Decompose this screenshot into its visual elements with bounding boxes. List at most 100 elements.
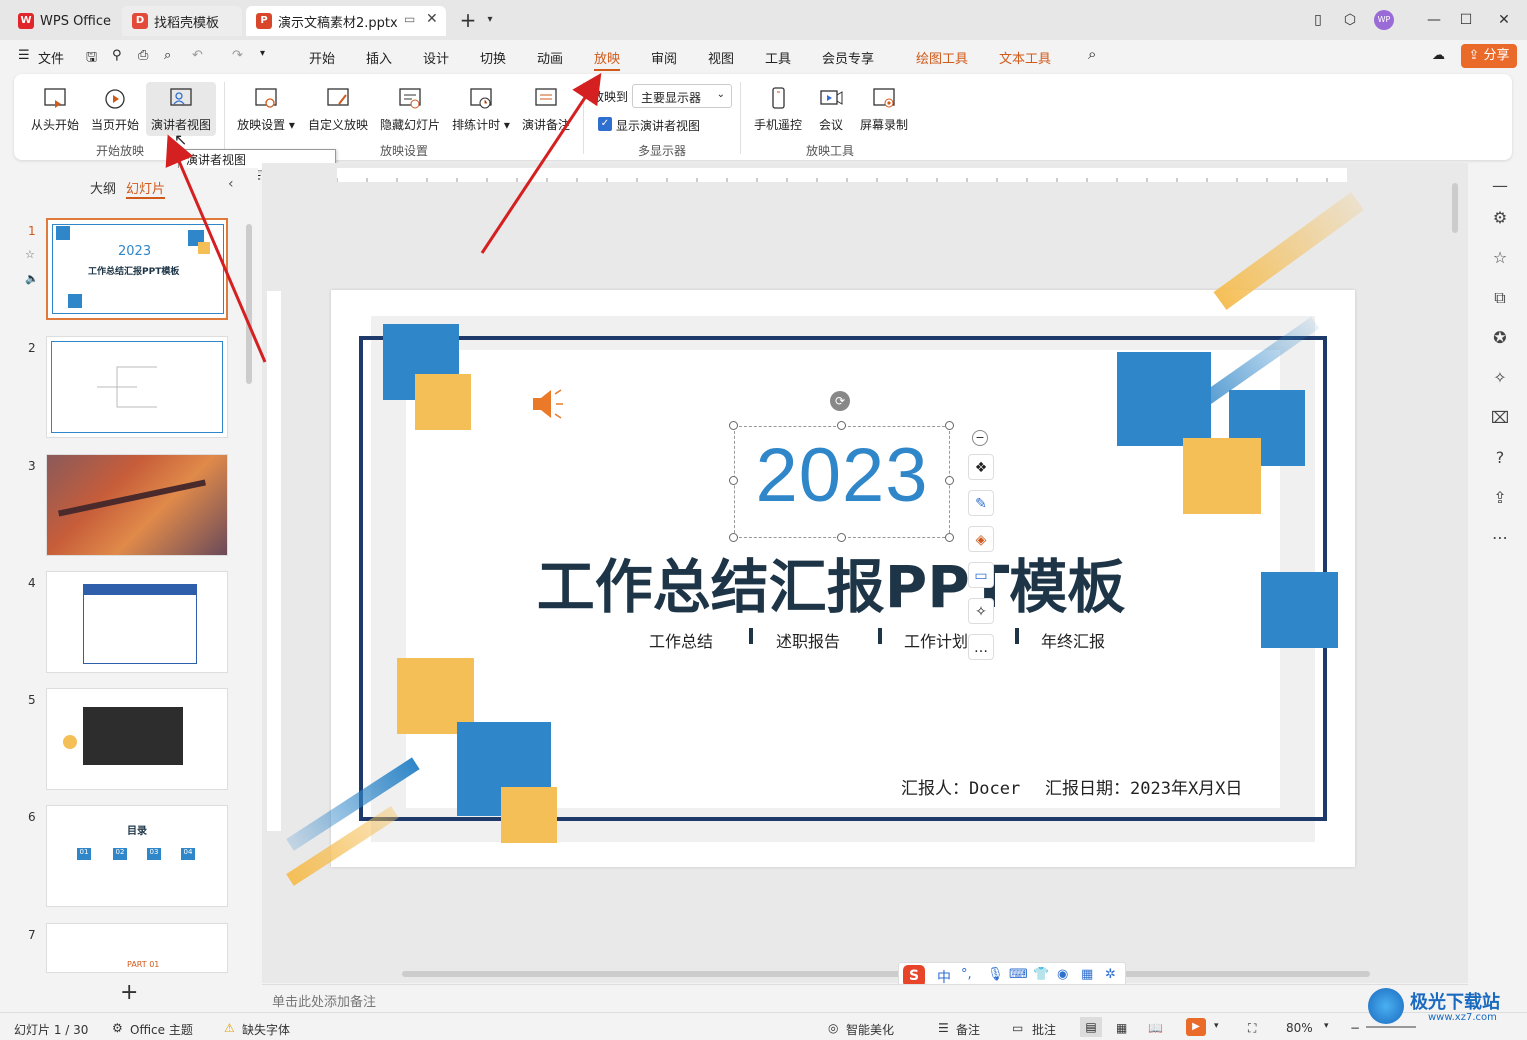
menu-drawing-tools[interactable]: 绘图工具 [916, 48, 968, 67]
search-icon[interactable]: ⌕ [1088, 45, 1096, 63]
slide-canvas[interactable]: 2023 ⟳ 工作总结汇报PPT模板 工作总结 述职报告 工作计划 年终汇报 汇… [331, 290, 1355, 867]
keyboard-icon[interactable]: ⌨ [1009, 967, 1028, 982]
resize-handle[interactable] [837, 421, 846, 430]
slide-thumbnail-3[interactable] [46, 454, 228, 556]
resize-handle[interactable] [729, 476, 738, 485]
cloud-icon[interactable]: ☁ [1432, 48, 1445, 63]
show-settings-button[interactable]: 放映设置 ▾ [236, 82, 296, 133]
punctuation-icon[interactable]: °, [961, 967, 972, 982]
menu-review[interactable]: 审阅 [651, 48, 677, 67]
vertical-scrollbar[interactable] [1452, 183, 1458, 233]
microphone-icon[interactable]: 🎙 [987, 967, 1004, 982]
normal-view-icon[interactable]: ▤ [1080, 1017, 1102, 1037]
collapse-panel-icon[interactable]: ‹ [228, 176, 234, 192]
slide-thumbnail-7[interactable]: PART 01 [46, 923, 228, 973]
tab-docer-templates[interactable]: D 找稻壳模板 [122, 6, 242, 36]
chevron-down-icon[interactable]: ▾ [1324, 1021, 1329, 1031]
copy-icon[interactable]: ⧉ [1489, 287, 1511, 309]
chevron-down-icon[interactable]: ▾ [1214, 1021, 1219, 1031]
audio-icon[interactable]: 🔈 [25, 272, 39, 285]
menu-animation[interactable]: 动画 [537, 48, 563, 67]
menu-view[interactable]: 视图 [708, 48, 734, 67]
phone-remote-button[interactable]: 手机遥控 [752, 82, 804, 133]
resize-handle[interactable] [837, 533, 846, 542]
add-slide-icon[interactable]: + [120, 980, 138, 1005]
from-current-button[interactable]: 当页开始 [90, 82, 140, 133]
more-quick-icon[interactable]: ▾ [260, 48, 265, 59]
slide-thumbnail-4[interactable] [46, 571, 228, 673]
menu-file[interactable]: 文件 [38, 48, 64, 67]
rotate-handle-icon[interactable]: ⟳ [830, 391, 850, 411]
redo-icon[interactable]: ↷ [232, 48, 243, 63]
panel-scrollbar[interactable] [246, 224, 252, 384]
zoom-out-icon[interactable]: − [1350, 1021, 1360, 1035]
resize-handle[interactable] [729, 421, 738, 430]
more-icon[interactable]: … [968, 634, 994, 660]
menu-design[interactable]: 设计 [423, 48, 449, 67]
minimize-icon[interactable]: — [1424, 10, 1444, 30]
minimize-panel-icon[interactable]: — [1489, 175, 1511, 197]
meeting-button[interactable]: 会议 [814, 82, 848, 133]
magic-icon[interactable]: ✧ [968, 598, 994, 624]
fit-screen-icon[interactable]: ⛶ [1248, 1021, 1256, 1036]
presenter-view-button[interactable]: 演讲者视图 [146, 82, 216, 136]
print-preview-icon[interactable]: ⌕ [164, 48, 171, 63]
slide-thumbnail-6[interactable]: 目录 01 02 03 04 [46, 805, 228, 907]
fill-icon[interactable]: ◈ [968, 526, 994, 552]
tools-icon[interactable]: ✧ [1489, 367, 1511, 389]
new-tab-icon[interactable]: + [458, 10, 478, 30]
speaker-notes-button[interactable]: 演讲备注 [520, 82, 572, 133]
close-tab-icon[interactable]: ✕ [426, 11, 438, 27]
menu-tools[interactable]: 工具 [765, 48, 791, 67]
missing-font[interactable]: 缺失字体 [242, 1021, 290, 1038]
hamburger-icon[interactable]: ☰ [18, 48, 30, 63]
reading-view-icon[interactable]: 📖 [1148, 1021, 1163, 1035]
save-icon[interactable]: 🖫 [86, 48, 97, 70]
menu-text-tools[interactable]: 文本工具 [999, 48, 1051, 67]
print-icon[interactable]: ⎙ [138, 48, 148, 63]
tab-slides[interactable]: 幻灯片 [126, 178, 166, 199]
slide-thumbnail-2[interactable] [46, 336, 228, 438]
adjust-icon[interactable]: ⚙ [1489, 207, 1511, 229]
cube-icon[interactable]: ⬡ [1340, 10, 1360, 30]
comments-toggle[interactable]: 批注 [1032, 1021, 1056, 1038]
close-window-icon[interactable]: ✕ [1494, 10, 1514, 30]
menu-slideshow[interactable]: 放映 [594, 48, 621, 71]
slide-thumbnail-1[interactable]: 2023 工作总结汇报PPT模板 [46, 218, 228, 320]
sidebar-toggle-icon[interactable]: ▯ [1308, 10, 1328, 30]
chevron-down-icon[interactable]: ▾ [480, 10, 500, 30]
show-presenter-checkbox[interactable]: ✓ [598, 117, 612, 131]
resize-handle[interactable] [729, 533, 738, 542]
menu-start[interactable]: 开始 [309, 48, 335, 67]
help-icon[interactable]: ? [1489, 447, 1511, 469]
settings-icon[interactable]: ✲ [1105, 967, 1116, 982]
menu-transition[interactable]: 切换 [480, 48, 506, 67]
share-link-icon[interactable]: ⚲ [112, 48, 122, 63]
screen-record-button[interactable]: 屏幕录制 [856, 82, 912, 133]
display-select[interactable]: 主要显示器 ⌄ [632, 84, 732, 108]
smart-beautify-button[interactable]: 智能美化 [846, 1021, 894, 1038]
speaker-icon[interactable] [527, 386, 567, 422]
custom-show-button[interactable]: 自定义放映 [306, 82, 370, 133]
game-icon[interactable]: ◉ [1057, 967, 1068, 982]
from-start-button[interactable]: 从头开始 [30, 82, 80, 133]
maximize-icon[interactable]: ☐ [1456, 10, 1476, 30]
book-icon[interactable]: ⌧ [1489, 407, 1511, 429]
pen-icon[interactable]: ✎ [968, 490, 994, 516]
window-mode-icon[interactable]: ▭ [404, 12, 415, 26]
star-icon[interactable]: ☆ [1489, 247, 1511, 269]
resize-handle[interactable] [945, 533, 954, 542]
menu-member[interactable]: 会员专享 [822, 48, 874, 67]
zoom-level[interactable]: 80% [1286, 1021, 1313, 1035]
share-button[interactable]: ⇪ 分享 [1461, 44, 1517, 68]
undo-icon[interactable]: ↶ [192, 48, 203, 63]
outline-icon[interactable]: ▭ [968, 562, 994, 588]
ai-icon[interactable]: ✪ [1489, 327, 1511, 349]
play-slideshow-icon[interactable]: ▶ [1186, 1018, 1206, 1036]
theme-name[interactable]: Office 主题 [130, 1021, 193, 1038]
skin-icon[interactable]: 👕 [1033, 967, 1049, 982]
resize-handle[interactable] [945, 476, 954, 485]
tab-outline[interactable]: 大纲 [90, 178, 116, 197]
menu-insert[interactable]: 插入 [366, 48, 392, 67]
slide-thumbnail-5[interactable] [46, 688, 228, 790]
